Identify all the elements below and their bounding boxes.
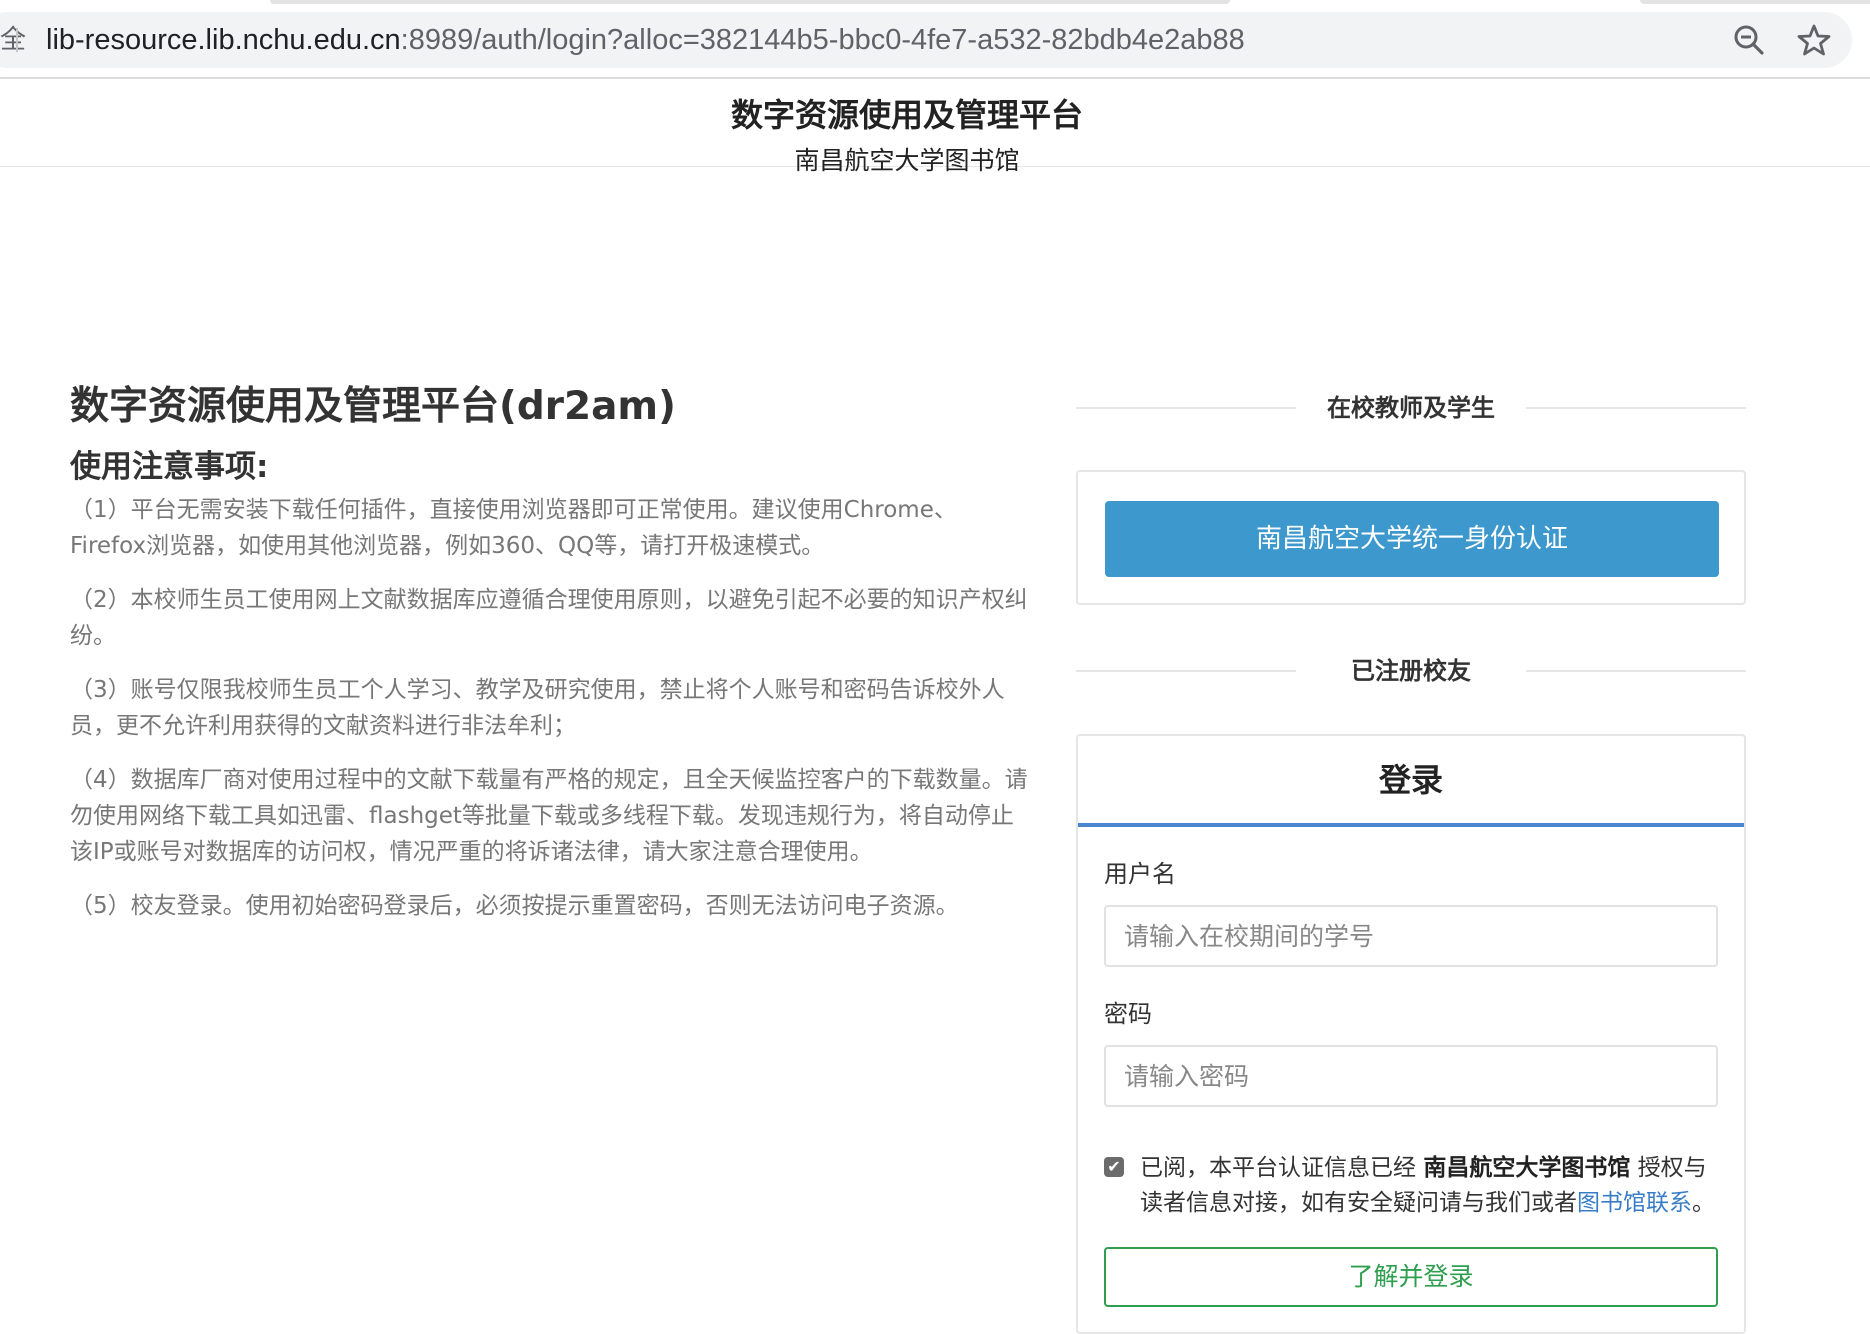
password-label: 密码 — [1104, 1000, 1152, 1028]
address-url[interactable]: lib-resource.lib.nchu.edu.cn:8989/auth/l… — [46, 20, 1245, 60]
site-subtitle: 南昌航空大学图书馆 — [794, 146, 1020, 175]
login-form: 用户名 密码 ✔已阅，本平台认证信息已经 南昌航空大学图书馆 授权与读者信息对接… — [1078, 827, 1744, 1307]
login-section: 在校教师及学生 南昌航空大学统一身份认证 已注册校友 登录 用户名 密码 ✔ 已阅… — [1076, 380, 1746, 1334]
sso-section-header: 在校教师及学生 — [1076, 380, 1746, 436]
divider-line — [1526, 407, 1746, 409]
alumni-section-header: 已注册校友 — [1076, 643, 1746, 699]
notice-list: （1）平台无需安装下载任何插件，直接使用浏览器即可正常使用。建议使用Chrome… — [70, 492, 1030, 924]
browser-toolbar: 全 lib-resource.lib.nchu.edu.cn:8989/auth… — [0, 0, 1870, 79]
notice-item-1: （1）平台无需安装下载任何插件，直接使用浏览器即可正常使用。建议使用Chrome… — [70, 497, 957, 559]
sso-login-button[interactable]: 南昌航空大学统一身份认证 — [1105, 501, 1719, 577]
platform-title: 数字资源使用及管理平台(dr2am) — [70, 384, 676, 429]
security-indicator-icon[interactable]: 全 — [0, 26, 26, 54]
notice-item-4: （4）数据库厂商对使用过程中的文献下载量有严格的规定，且全天候监控客户的下载数量… — [70, 767, 1028, 865]
browser-tab-strip — [270, 0, 1230, 4]
alumni-login-panel: 登录 用户名 密码 ✔已阅，本平台认证信息已经 南昌航空大学图书馆 授权与读者信… — [1076, 734, 1746, 1334]
browser-tab-strip-right — [1640, 0, 1870, 4]
sso-panel: 南昌航空大学统一身份认证 — [1076, 470, 1746, 605]
agreement-row: ✔ 已阅，本平台认证信息已经 南昌航空大学图书馆 授权与读者信息对接，如有安全疑问… — [1104, 1151, 1718, 1221]
login-panel-title: 登录 — [1078, 736, 1744, 827]
notice-heading: 使用注意事项: — [70, 449, 269, 485]
password-input[interactable] — [1104, 1045, 1718, 1107]
url-host: lib-resource.lib.nchu.edu.cn — [46, 24, 401, 56]
agree-org-name: 南昌航空大学图书馆 — [1423, 1155, 1631, 1181]
agree-text-prefix: 已阅，本平台认证信息已经 — [1140, 1155, 1424, 1181]
username-label: 用户名 — [1104, 860, 1176, 888]
username-input[interactable] — [1104, 905, 1718, 967]
url-path: :8989/auth/login?alloc=382144b5-bbc0-4fe… — [400, 24, 1245, 56]
agree-text-suffix: 。 — [1692, 1190, 1715, 1216]
notice-item-2: （2）本校师生员工使用网上文献数据库应遵循合理使用原则，以避免引起不必要的知识产… — [70, 587, 1028, 649]
zoom-icon[interactable] — [1731, 22, 1767, 58]
site-header: 数字资源使用及管理平台 南昌航空大学图书馆 — [0, 81, 1870, 175]
agree-and-login-button[interactable]: 了解并登录 — [1104, 1247, 1718, 1307]
notice-section: 数字资源使用及管理平台(dr2am) 使用注意事项: （1）平台无需安装下载任何… — [70, 380, 1030, 942]
divider-line — [1526, 670, 1746, 672]
agree-checkbox[interactable]: ✔ — [1104, 1157, 1124, 1177]
address-bar-separator — [16, 28, 18, 52]
library-contact-link[interactable]: 图书馆联系 — [1577, 1190, 1692, 1216]
notice-item-3: （3）账号仅限我校师生员工个人学习、教学及研究使用，禁止将个人账号和密码告诉校外… — [70, 677, 1005, 739]
site-title: 数字资源使用及管理平台 — [730, 96, 1083, 134]
star-icon[interactable] — [1796, 22, 1832, 58]
notice-item-5: （5）校友登录。使用初始密码登录后，必须按提示重置密码，否则无法访问电子资源。 — [70, 893, 959, 919]
